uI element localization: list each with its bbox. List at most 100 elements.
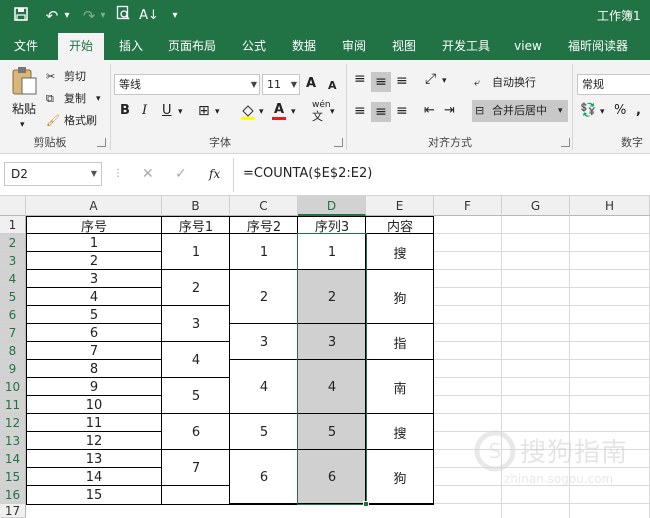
currency-dropdown-icon[interactable]: ▾	[600, 103, 605, 121]
row-header-11[interactable]: 11	[0, 396, 26, 414]
redo-dropdown[interactable]: ▾	[98, 5, 108, 27]
font-launcher-icon[interactable]	[334, 138, 343, 147]
cell-e7[interactable]: 指	[366, 324, 434, 360]
row-header-7[interactable]: 7	[0, 324, 26, 342]
selection-handle[interactable]	[363, 501, 369, 507]
fill-color-icon[interactable]	[240, 104, 256, 120]
shrink-font-icon[interactable]: A	[328, 77, 337, 95]
copy-button[interactable]: 复制	[64, 90, 86, 108]
currency-icon[interactable]: 💱	[580, 102, 596, 120]
orientation-icon[interactable]: ⤢	[425, 70, 436, 88]
cell-c9[interactable]: 4	[230, 360, 298, 414]
tab-page-layout[interactable]: 页面布局	[160, 33, 224, 60]
decrease-indent-icon[interactable]: ⇤	[424, 102, 435, 120]
bold-button[interactable]: B	[120, 102, 130, 120]
align-right-icon[interactable]: ≡	[396, 102, 408, 120]
row-header-5[interactable]: 5	[0, 288, 26, 306]
enter-icon[interactable]: ✓	[175, 166, 187, 182]
copy-dropdown-icon[interactable]: ▾	[96, 90, 101, 108]
row-header-1[interactable]: 1	[0, 216, 26, 234]
row-header-13[interactable]: 13	[0, 432, 26, 450]
cell-e14[interactable]: 狗	[366, 450, 434, 504]
column-header-c[interactable]: C	[230, 196, 298, 216]
phonetic-dropdown-icon[interactable]: ▾	[330, 103, 335, 121]
customize-toolbar-icon[interactable]: ▾	[168, 5, 182, 27]
tab-view[interactable]: 视图	[384, 33, 424, 60]
cell-c2[interactable]: 1	[230, 234, 298, 270]
number-format-select[interactable]: 常规	[577, 74, 650, 95]
header-cell-c[interactable]: 序号2	[230, 216, 298, 235]
header-cell-a[interactable]: 序号	[26, 216, 162, 235]
wrap-text-button[interactable]: 自动换行	[492, 74, 536, 92]
sort-ascending-icon[interactable]: A↓	[138, 5, 160, 27]
cell-e12[interactable]: 搜	[366, 414, 434, 450]
row-header-6[interactable]: 6	[0, 306, 26, 324]
tab-developer[interactable]: 开发工具	[434, 33, 498, 60]
row-header-16[interactable]: 16	[0, 486, 26, 504]
column-header-h[interactable]: H	[570, 196, 650, 216]
format-painter-icon[interactable]: 🖌	[46, 112, 60, 130]
grow-font-icon[interactable]: A	[306, 75, 316, 93]
cell-a8[interactable]: 7	[26, 342, 162, 360]
merge-center-button[interactable]: ⊟ 合并后居中 ▾	[472, 100, 568, 122]
cell-c12[interactable]: 5	[230, 414, 298, 450]
print-preview-icon[interactable]	[112, 5, 134, 27]
format-painter-button[interactable]: 格式刷	[64, 112, 97, 130]
cell-a13[interactable]: 12	[26, 432, 162, 450]
cell-c4[interactable]: 2	[230, 270, 298, 324]
cell-b10[interactable]: 5	[162, 378, 230, 414]
cell-c14[interactable]: 6	[230, 450, 298, 504]
clipboard-launcher-icon[interactable]	[97, 138, 106, 147]
tab-review[interactable]: 审阅	[334, 33, 374, 60]
row-header-3[interactable]: 3	[0, 252, 26, 270]
cell-a6[interactable]: 5	[26, 306, 162, 324]
row-header-2[interactable]: 2	[0, 234, 26, 252]
orientation-dropdown-icon[interactable]: ▾	[442, 72, 447, 90]
fill-dropdown-icon[interactable]: ▾	[259, 103, 264, 121]
insert-function-icon[interactable]: fx	[209, 167, 220, 181]
cell-a9[interactable]: 8	[26, 360, 162, 378]
align-left-icon[interactable]: ≡	[354, 102, 366, 120]
save-icon[interactable]	[10, 5, 32, 27]
increase-indent-icon[interactable]: ⇥	[444, 102, 455, 120]
tab-view-addin[interactable]: view	[506, 33, 550, 60]
alignment-launcher-icon[interactable]	[561, 138, 570, 147]
cell-a10[interactable]: 9	[26, 378, 162, 396]
row-header-10[interactable]: 10	[0, 378, 26, 396]
column-header-e[interactable]: E	[366, 196, 434, 216]
cell-a7[interactable]: 6	[26, 324, 162, 342]
copy-icon[interactable]: ⧉	[46, 90, 54, 108]
cell-a14[interactable]: 13	[26, 450, 162, 468]
column-header-f[interactable]: F	[434, 196, 502, 216]
undo-dropdown[interactable]: ▾	[62, 5, 72, 27]
cell-e2[interactable]: 搜	[366, 234, 434, 270]
cell-a15[interactable]: 14	[26, 468, 162, 486]
cell-b12[interactable]: 6	[162, 414, 230, 450]
borders-icon[interactable]: ⊞	[198, 102, 210, 120]
tab-foxit-reader[interactable]: 福昕阅读器	[560, 33, 636, 60]
cell-b2[interactable]: 1	[162, 234, 230, 270]
redo-icon[interactable]: ↷	[78, 5, 100, 27]
row-header-4[interactable]: 4	[0, 270, 26, 288]
row-header-15[interactable]: 15	[0, 468, 26, 486]
select-all-corner[interactable]	[0, 196, 26, 216]
cancel-icon[interactable]: ✕	[142, 166, 154, 182]
cell-a2[interactable]: 1	[26, 234, 162, 252]
underline-dropdown-icon[interactable]: ▾	[178, 103, 183, 121]
underline-button[interactable]: U	[162, 102, 172, 120]
cell-a3[interactable]: 2	[26, 252, 162, 270]
font-color-dropdown-icon[interactable]: ▾	[291, 103, 296, 121]
header-cell-b[interactable]: 序号1	[162, 216, 230, 235]
cell-b6[interactable]: 3	[162, 306, 230, 342]
align-top-icon[interactable]: ≡	[354, 70, 366, 88]
tab-data[interactable]: 数据	[284, 33, 324, 60]
formula-input[interactable]: =COUNTA($E$2:E2)	[243, 166, 372, 181]
font-size-select[interactable]: 11 ▼	[262, 74, 300, 95]
row-header-14[interactable]: 14	[0, 450, 26, 468]
align-bottom-icon[interactable]: ≡	[396, 72, 408, 90]
align-center-icon[interactable]: ≡	[371, 102, 391, 122]
cell-a16[interactable]: 15	[26, 486, 162, 504]
undo-icon[interactable]: ↶	[40, 5, 64, 27]
paste-dropdown-icon[interactable]: ▾	[20, 116, 25, 134]
row-header-8[interactable]: 8	[0, 342, 26, 360]
